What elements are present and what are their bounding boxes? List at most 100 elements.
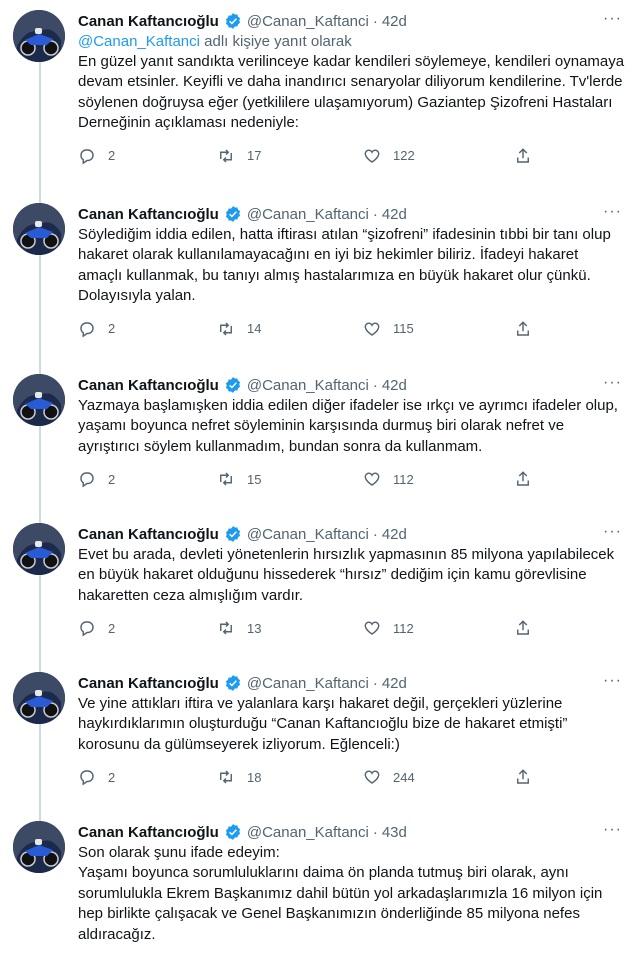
author-handle[interactable]: @Canan_Kaftanci	[247, 824, 369, 841]
verified-badge-icon	[224, 823, 242, 841]
tweet-thread: Canan Kaftancıoğlu @Canan_Kaftanci · 42d…	[0, 0, 640, 954]
share-button[interactable]	[514, 320, 532, 338]
verified-badge-icon	[224, 205, 242, 223]
retweet-count: 17	[247, 148, 262, 164]
tweet-timestamp[interactable]: 42d	[382, 675, 407, 692]
more-options-icon[interactable]: ···	[603, 672, 622, 690]
avatar[interactable]	[13, 672, 65, 724]
retweet-icon	[220, 149, 232, 163]
tweet-actions: 2 13 112	[78, 619, 626, 641]
author-handle[interactable]: @Canan_Kaftanci	[247, 526, 369, 543]
share-button[interactable]	[514, 470, 532, 488]
share-button[interactable]	[514, 619, 532, 637]
share-icon	[517, 147, 529, 163]
author-handle[interactable]: @Canan_Kaftanci	[247, 206, 369, 223]
more-options-icon[interactable]: ···	[603, 203, 622, 221]
tweet-text: Ve yine attıkları iftira ve yalanlara ka…	[78, 695, 568, 753]
verified-badge-icon	[224, 12, 242, 30]
reply-icon	[80, 148, 94, 165]
retweet-icon	[220, 472, 232, 486]
verified-badge-icon	[224, 376, 242, 394]
like-button[interactable]: 112	[363, 619, 414, 637]
like-count: 112	[393, 471, 414, 487]
author-handle[interactable]: @Canan_Kaftanci	[247, 675, 369, 692]
tweet-text: Yaşamı boyunca sorumluluklarını daima ön…	[78, 864, 603, 943]
separator-dot: ·	[372, 674, 378, 692]
avatar[interactable]	[13, 374, 65, 426]
author-name[interactable]: Canan Kaftancıoğlu	[78, 206, 219, 223]
tweet-text-line1: Son olarak şunu ifade edeyim:	[78, 844, 280, 861]
author-handle[interactable]: @Canan_Kaftanci	[247, 377, 369, 394]
author-name[interactable]: Canan Kaftancıoğlu	[78, 526, 219, 543]
heart-icon	[364, 472, 380, 487]
share-icon	[517, 471, 529, 486]
author-handle[interactable]: @Canan_Kaftanci	[247, 13, 369, 30]
share-button[interactable]	[514, 768, 532, 786]
reply-button[interactable]: 2	[78, 768, 115, 786]
tweet-timestamp[interactable]: 42d	[382, 526, 407, 543]
reply-to-link[interactable]: @Canan_Kaftanci	[78, 33, 200, 50]
retweet-button[interactable]: 13	[217, 619, 261, 637]
like-button[interactable]: 112	[363, 470, 414, 488]
more-options-icon[interactable]: ···	[603, 523, 622, 541]
more-options-icon[interactable]: ···	[603, 374, 622, 392]
retweet-count: 18	[247, 769, 262, 785]
heart-icon	[364, 149, 380, 163]
tweet-timestamp[interactable]: 42d	[382, 377, 407, 394]
like-count: 115	[393, 321, 414, 337]
author-name[interactable]: Canan Kaftancıoğlu	[78, 824, 219, 841]
tweet-actions: 2 14 115	[78, 320, 626, 342]
share-button[interactable]	[514, 147, 532, 165]
tweet-timestamp[interactable]: 42d	[382, 13, 407, 30]
reply-count: 2	[108, 321, 116, 337]
separator-dot: ·	[372, 525, 378, 543]
retweet-icon	[220, 322, 232, 336]
reply-to-suffix: adlı kişiye yanıt olarak	[199, 33, 352, 50]
avatar[interactable]	[13, 203, 65, 255]
share-icon	[517, 620, 529, 635]
tweet-timestamp[interactable]: 42d	[382, 206, 407, 223]
tweet-text: En güzel yanıt sandıkta verilinceye kada…	[78, 53, 625, 132]
verified-badge-icon	[224, 525, 242, 543]
reply-count: 2	[108, 620, 116, 636]
like-count: 112	[393, 620, 414, 636]
tweet-timestamp[interactable]: 43d	[382, 824, 407, 841]
tweet-text: Evet bu arada, devleti yönetenlerin hırs…	[78, 546, 615, 604]
author-name[interactable]: Canan Kaftancıoğlu	[78, 377, 219, 394]
reply-icon	[80, 621, 94, 637]
author-name[interactable]: Canan Kaftancıoğlu	[78, 13, 219, 30]
reply-count: 2	[108, 471, 116, 487]
share-icon	[517, 769, 529, 784]
avatar[interactable]	[13, 821, 65, 873]
retweet-icon	[220, 621, 232, 635]
like-button[interactable]: 244	[363, 768, 415, 786]
reply-icon	[80, 472, 94, 488]
author-name[interactable]: Canan Kaftancıoğlu	[78, 675, 219, 692]
retweet-button[interactable]: 17	[217, 147, 261, 165]
retweet-button[interactable]: 15	[217, 470, 261, 488]
reply-button[interactable]: 2	[78, 470, 115, 488]
tweet-actions: 2 17 122	[78, 147, 626, 169]
reply-button[interactable]: 2	[78, 147, 115, 165]
reply-count: 2	[108, 769, 116, 785]
reply-button[interactable]: 2	[78, 619, 115, 637]
tweet-actions: 2 15 112	[78, 470, 626, 492]
heart-icon	[364, 322, 380, 336]
retweet-count: 15	[247, 471, 262, 487]
more-options-icon[interactable]: ···	[603, 10, 622, 28]
more-options-icon[interactable]: ···	[603, 821, 622, 839]
retweet-count: 14	[247, 321, 262, 337]
heart-icon	[364, 621, 380, 636]
separator-dot: ·	[372, 376, 378, 394]
reply-button[interactable]: 2	[78, 320, 115, 338]
like-button[interactable]: 115	[363, 320, 414, 338]
like-button[interactable]: 122	[363, 147, 415, 165]
avatar[interactable]	[13, 523, 65, 575]
separator-dot: ·	[372, 823, 378, 841]
share-icon	[517, 320, 529, 336]
separator-dot: ·	[372, 12, 378, 30]
avatar[interactable]	[13, 10, 65, 62]
retweet-button[interactable]: 18	[217, 768, 261, 786]
retweet-button[interactable]: 14	[217, 320, 261, 338]
reply-icon	[80, 770, 94, 786]
